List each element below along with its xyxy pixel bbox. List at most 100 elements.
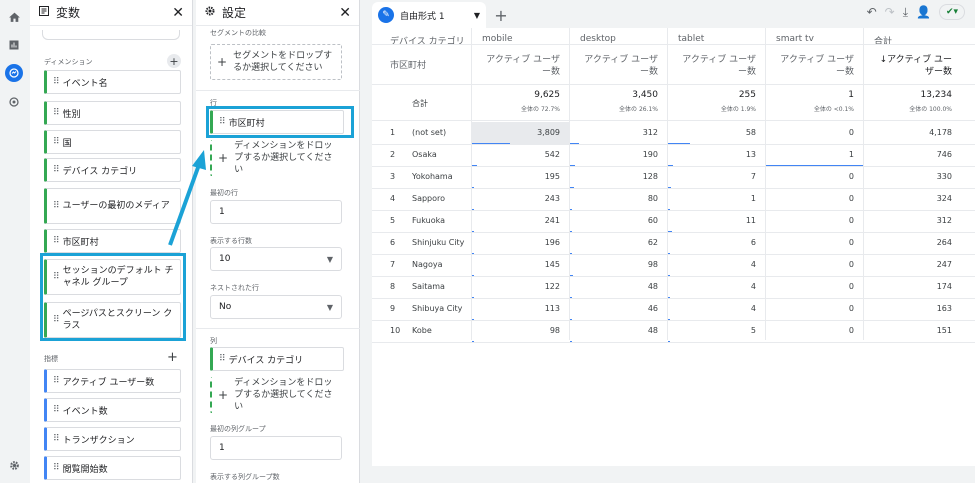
- total-row-label: 合計: [412, 99, 428, 108]
- table-row[interactable]: 7 Nagoya 145 98 4 0 247: [372, 254, 975, 277]
- exploration-canvas: ✎ 自由形式 1 ▼ + ↶ ↷ ⤓ 👤 ✔▾ デバイス カテゴリ 市区町村 m…: [372, 0, 975, 483]
- tab-bar: ✎ 自由形式 1 ▼ + ↶ ↷ ⤓ 👤 ✔▾: [372, 0, 975, 28]
- row-dimension-dropzone[interactable]: + ディメンションをドロップするか選択してください: [210, 140, 342, 176]
- metric-value: 4: [750, 304, 756, 313]
- status-check-icon[interactable]: ✔▾: [939, 4, 965, 20]
- table-row[interactable]: 1 (not set) 3,809 312 58 0 4,178: [372, 122, 975, 145]
- nested-rows-select[interactable]: No ▼: [210, 295, 342, 319]
- table-row[interactable]: 6 Shinjuku City 196 62 6 0 264: [372, 232, 975, 255]
- dimension-chip-gender[interactable]: ⠿ 性別: [44, 101, 181, 125]
- metric-header[interactable]: アクティブ ユーザー数: [482, 54, 560, 78]
- drag-handle-icon[interactable]: ⠿: [53, 434, 60, 444]
- column-header-total[interactable]: 合計: [874, 34, 892, 47]
- metric-header[interactable]: アクティブ ユーザー数: [776, 54, 854, 78]
- column-header-smart-tv[interactable]: smart tv: [776, 34, 814, 44]
- column-chip-device-category[interactable]: ⠿ デバイス カテゴリ: [210, 347, 344, 371]
- table-row[interactable]: 8 Saitama 122 48 4 0 174: [372, 276, 975, 299]
- divider: [372, 44, 975, 45]
- total-percentage: 全体の 100.0%: [909, 106, 952, 113]
- chip-label: トランザクション: [62, 435, 135, 446]
- download-icon[interactable]: ⤓: [903, 5, 908, 20]
- redo-icon[interactable]: ↷: [885, 5, 895, 19]
- table-row[interactable]: 10 Kobe 98 48 5 0 151: [372, 320, 975, 343]
- explore-icon[interactable]: [5, 64, 23, 82]
- row-index: 10: [390, 326, 401, 335]
- dropzone-text: セグメントをドロップするか選択してください: [233, 51, 333, 73]
- metric-value: 4: [750, 282, 756, 291]
- metric-value: 4: [750, 260, 756, 269]
- metric-value: 98: [549, 326, 560, 335]
- first-row-label: 最初の行: [210, 189, 238, 197]
- column-header-desktop[interactable]: desktop: [580, 34, 616, 44]
- metric-header-sorted[interactable]: ↓アクティブ ユーザー数: [874, 54, 952, 78]
- add-tab-button[interactable]: +: [490, 4, 512, 26]
- reports-icon[interactable]: [5, 36, 23, 54]
- admin-gear-icon[interactable]: [5, 456, 23, 474]
- tab-freeform-1[interactable]: ✎ 自由形式 1 ▼: [372, 2, 486, 28]
- table-row[interactable]: 9 Shibuya City 113 46 4 0 163: [372, 298, 975, 321]
- metric-header[interactable]: アクティブ ユーザー数: [580, 54, 658, 78]
- freeform-table: デバイス カテゴリ 市区町村 mobile desktop tablet sma…: [372, 28, 975, 466]
- metric-chip-entrances[interactable]: ⠿ 閲覧開始数: [44, 456, 181, 480]
- drag-handle-icon[interactable]: ⠿: [53, 376, 60, 386]
- column-dimension-dropzone[interactable]: + ディメンションをドロップするか選択してください: [210, 377, 342, 413]
- segment-dropzone[interactable]: + セグメントをドロップするか選択してください: [210, 44, 342, 80]
- nav-rail: [0, 0, 28, 483]
- drag-handle-icon[interactable]: ⠿: [53, 463, 60, 473]
- table-row[interactable]: 2 Osaka 542 190 13 1 746: [372, 144, 975, 167]
- column-header-mobile[interactable]: mobile: [482, 34, 513, 44]
- first-col-group-input[interactable]: 1: [210, 436, 342, 460]
- drag-handle-icon[interactable]: ⠿: [53, 405, 60, 415]
- column-dimension-header: デバイス カテゴリ: [390, 37, 465, 47]
- drag-handle-icon[interactable]: ⠿: [219, 354, 226, 364]
- metric-chip-event-count[interactable]: ⠿ イベント数: [44, 398, 181, 422]
- table-row[interactable]: 3 Yokohama 195 128 7 0 330: [372, 166, 975, 189]
- nested-rows-label: ネストされた行: [210, 284, 259, 292]
- metric-value: 0: [848, 304, 854, 313]
- table-row[interactable]: 4 Sapporo 243 80 1 0 324: [372, 188, 975, 211]
- close-icon[interactable]: ✕: [339, 5, 351, 21]
- drag-handle-icon[interactable]: ⠿: [53, 77, 60, 87]
- total-value: 255: [738, 90, 756, 100]
- metric-value: 174: [936, 282, 952, 291]
- home-icon[interactable]: [5, 8, 23, 26]
- first-row-input[interactable]: 1: [210, 200, 342, 224]
- metric-value: 0: [848, 128, 854, 137]
- metric-chip-active-users[interactable]: ⠿ アクティブ ユーザー数: [44, 369, 181, 393]
- metric-value: 5: [750, 326, 756, 335]
- total-percentage: 全体の 1.9%: [720, 106, 756, 113]
- drag-handle-icon[interactable]: ⠿: [53, 236, 60, 246]
- advertising-icon[interactable]: [5, 93, 23, 111]
- dimension-chip-event-name[interactable]: ⠿ イベント名: [44, 70, 181, 94]
- variables-header: 変数 ✕: [30, 0, 192, 26]
- column-header-tablet[interactable]: tablet: [678, 34, 704, 44]
- metric-value: 196: [544, 238, 560, 247]
- show-rows-select[interactable]: 10 ▼: [210, 247, 342, 271]
- share-icon[interactable]: 👤: [916, 5, 931, 19]
- metric-value: 241: [544, 216, 560, 225]
- metric-value: 60: [647, 216, 658, 225]
- metric-header[interactable]: アクティブ ユーザー数: [678, 54, 756, 78]
- add-metric-button[interactable]: +: [167, 350, 178, 365]
- dropzone-text: ディメンションをドロップするか選択してください: [234, 141, 333, 175]
- settings-gear-icon: [204, 5, 216, 20]
- drag-arrow: [168, 150, 206, 246]
- row-index: 1: [390, 128, 396, 137]
- metric-chip-transactions[interactable]: ⠿ トランザクション: [44, 427, 181, 451]
- drag-handle-icon[interactable]: ⠿: [53, 200, 60, 212]
- table-row[interactable]: 5 Fukuoka 241 60 11 0 312: [372, 210, 975, 233]
- variables-title: 変数: [56, 6, 81, 20]
- add-dimension-button[interactable]: +: [167, 54, 181, 68]
- close-icon[interactable]: ✕: [172, 5, 184, 21]
- metric-value: 0: [848, 260, 854, 269]
- undo-icon[interactable]: ↶: [867, 5, 877, 19]
- metric-value: 746: [936, 150, 952, 159]
- chip-label: 市区町村: [62, 237, 99, 248]
- tab-dropdown-icon[interactable]: ▼: [474, 11, 480, 20]
- plus-icon: +: [218, 151, 229, 165]
- metric-value: 11: [745, 216, 756, 225]
- drag-handle-icon[interactable]: ⠿: [53, 137, 60, 147]
- drag-handle-icon[interactable]: ⠿: [53, 108, 60, 118]
- drag-handle-icon[interactable]: ⠿: [53, 165, 60, 175]
- city-name: Sapporo: [412, 194, 446, 203]
